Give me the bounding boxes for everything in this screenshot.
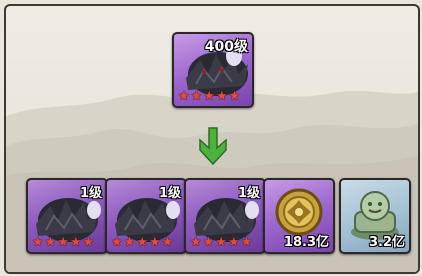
star-icon: ★ [123,235,136,250]
material-level: 1级 [237,186,260,201]
jade-amount: 3.2亿 [368,235,405,250]
star-icon: ★ [57,235,69,250]
star-icon: ★ [148,235,161,250]
star-icon: ★ [190,89,203,104]
star-icon: ★ [190,235,202,250]
star-icon: ★ [240,235,253,250]
star-icon: ★ [228,89,241,104]
material-card-2[interactable]: 1级 ★ ★ ★ ★ ★ [105,178,187,254]
star-icon: ★ [136,235,148,250]
star-icon: ★ [178,89,190,104]
gold-amount: 18.3亿 [283,235,329,250]
star-icon: ★ [32,235,44,250]
result-stars: ★ ★ ★ ★ ★ [178,90,240,103]
green-down-arrow-icon [199,127,227,166]
material-level: 1级 [158,186,181,201]
result-card[interactable]: 400级 ★ ★ ★ ★ ★ [172,32,254,108]
material-card-3[interactable]: 1级 ★ ★ ★ ★ ★ [184,178,266,254]
upgrade-panel: 400级 ★ ★ ★ ★ ★ 1级 ★ ★ ★ ★ ★ 1级 ★ ★ ★ ★ ★… [4,4,420,274]
star-icon: ★ [202,235,215,250]
star-icon: ★ [215,89,228,104]
result-level: 400级 [204,39,248,55]
star-icon: ★ [69,235,82,250]
star-icon: ★ [44,235,57,250]
star-icon: ★ [82,235,95,250]
material-stars: ★ ★ ★ ★ ★ [32,236,94,249]
star-icon: ★ [111,235,123,250]
star-icon: ★ [161,235,174,250]
material-level: 1级 [79,186,102,201]
material-stars: ★ ★ ★ ★ ★ [190,236,252,249]
material-card-jade[interactable]: 3.2亿 [339,178,411,254]
material-card-1[interactable]: 1级 ★ ★ ★ ★ ★ [26,178,108,254]
star-icon: ★ [215,235,227,250]
star-icon: ★ [227,235,240,250]
material-card-gold[interactable]: 18.3亿 [263,178,335,254]
star-icon: ★ [203,89,215,104]
material-stars: ★ ★ ★ ★ ★ [111,236,173,249]
